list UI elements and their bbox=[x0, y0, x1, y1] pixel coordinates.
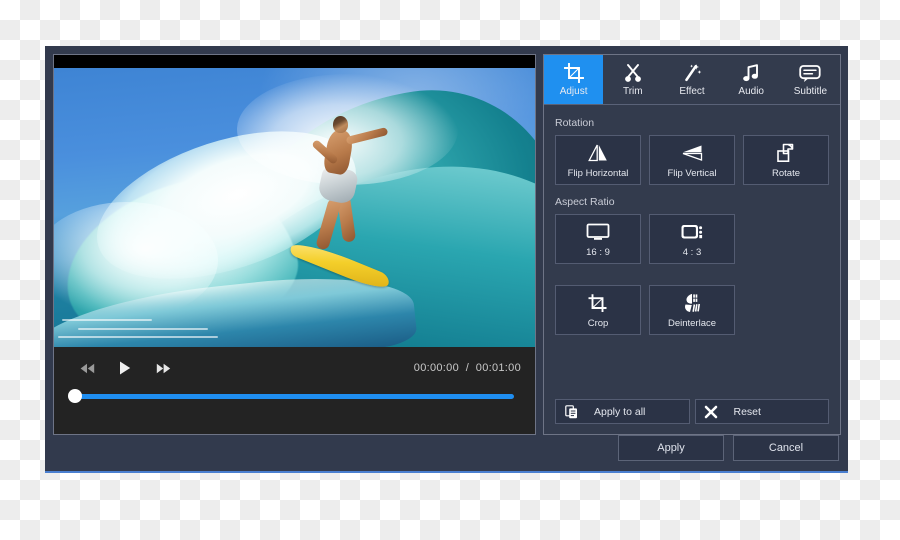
reset-label: Reset bbox=[733, 405, 761, 418]
aspect-4-3-button[interactable]: 4 : 3 bbox=[649, 214, 735, 264]
close-x-icon bbox=[704, 405, 718, 419]
aspect-ratio-button-row: 16 : 9 4: 3 bbox=[555, 214, 829, 264]
aspect-16-9-button[interactable]: 16 : 9 bbox=[555, 214, 641, 264]
seek-track[interactable] bbox=[74, 394, 514, 399]
extra-tools-button-row: Crop Deinterlace bbox=[555, 285, 829, 335]
flip-vertical-icon bbox=[680, 142, 704, 164]
scissors-icon bbox=[623, 63, 643, 83]
adjust-panel: Rotation Flip Horizontal Flip Vertical R… bbox=[544, 105, 840, 399]
apply-to-all-label: Apply to all bbox=[594, 405, 646, 418]
window-body: 00:00:00 / 00:01:00 Adjust Trim Effect A… bbox=[45, 46, 848, 435]
tab-audio[interactable]: Audio bbox=[722, 55, 781, 104]
flip-horizontal-label: Flip Horizontal bbox=[567, 167, 629, 179]
copy-icon bbox=[564, 404, 578, 419]
video-preview[interactable] bbox=[54, 55, 535, 347]
tab-trim-label: Trim bbox=[622, 85, 643, 97]
flip-horizontal-button[interactable]: Flip Horizontal bbox=[555, 135, 641, 185]
transport-controls: 00:00:00 / 00:01:00 bbox=[68, 358, 521, 378]
rotation-group-label: Rotation bbox=[555, 117, 595, 129]
crop-icon bbox=[587, 292, 609, 314]
rewind-icon bbox=[80, 363, 95, 374]
cancel-button[interactable]: Cancel bbox=[733, 435, 839, 461]
deinterlace-button[interactable]: Deinterlace bbox=[649, 285, 735, 335]
player-controls: 00:00:00 / 00:01:00 bbox=[54, 347, 535, 434]
fast-forward-icon bbox=[156, 363, 171, 374]
widescreen-monitor-icon bbox=[586, 221, 610, 243]
apply-button[interactable]: Apply bbox=[618, 435, 724, 461]
tool-panel: Adjust Trim Effect Audio Subtitle Rotati… bbox=[543, 54, 841, 435]
music-note-icon bbox=[741, 63, 761, 83]
surfer-figure bbox=[288, 114, 412, 304]
water-ripple bbox=[62, 319, 152, 321]
water-ripple bbox=[78, 328, 208, 330]
time-display: 00:00:00 / 00:01:00 bbox=[413, 362, 521, 374]
tab-adjust-label: Adjust bbox=[559, 85, 588, 97]
surfer-left-arm bbox=[345, 127, 389, 145]
video-player-panel: 00:00:00 / 00:01:00 bbox=[53, 54, 536, 435]
rotate-icon bbox=[775, 142, 797, 164]
tab-audio-label: Audio bbox=[738, 85, 764, 97]
seek-bar[interactable] bbox=[68, 389, 521, 403]
deinterlace-label: Deinterlace bbox=[667, 317, 717, 329]
aspect-ratio-group: Aspect Ratio 16 : 9 4: 3 bbox=[555, 196, 829, 264]
flip-vertical-label: Flip Vertical bbox=[667, 167, 717, 179]
deinterlace-icon bbox=[681, 292, 703, 314]
flip-horizontal-icon bbox=[587, 142, 609, 164]
surfer-head bbox=[333, 116, 348, 133]
letterbox-bar bbox=[54, 55, 535, 68]
rewind-button[interactable] bbox=[74, 358, 100, 378]
crt-television-icon bbox=[680, 221, 704, 243]
tab-bar: Adjust Trim Effect Audio Subtitle bbox=[544, 55, 840, 105]
crop-button[interactable]: Crop bbox=[555, 285, 641, 335]
tab-effect[interactable]: Effect bbox=[662, 55, 721, 104]
crop-label: Crop bbox=[587, 317, 609, 329]
tab-subtitle-label: Subtitle bbox=[793, 85, 828, 97]
seek-thumb[interactable] bbox=[68, 389, 82, 403]
reset-button[interactable]: Reset bbox=[694, 399, 829, 424]
surfer-front-leg bbox=[315, 197, 342, 251]
flip-vertical-button[interactable]: Flip Vertical bbox=[649, 135, 735, 185]
tab-effect-label: Effect bbox=[679, 85, 705, 97]
play-button[interactable] bbox=[112, 358, 138, 378]
surfboard bbox=[288, 237, 392, 293]
tab-adjust[interactable]: Adjust bbox=[544, 55, 604, 104]
fast-forward-button[interactable] bbox=[150, 358, 176, 378]
video-editor-window: 00:00:00 / 00:01:00 Adjust Trim Effect A… bbox=[45, 46, 848, 473]
footer-button-row: Apply to all Reset bbox=[555, 399, 829, 424]
aspect-4-3-label: 4 : 3 bbox=[682, 246, 702, 258]
magic-wand-icon bbox=[682, 63, 702, 83]
tab-trim[interactable]: Trim bbox=[603, 55, 662, 104]
water-ripple bbox=[58, 336, 218, 338]
rotation-button-row: Flip Horizontal Flip Vertical Rotate bbox=[555, 135, 829, 185]
speech-bubble-icon bbox=[799, 63, 822, 83]
video-frame-image bbox=[54, 68, 535, 347]
aspect-16-9-label: 16 : 9 bbox=[586, 246, 610, 258]
crop-icon bbox=[563, 62, 584, 83]
aspect-ratio-group-label: Aspect Ratio bbox=[555, 196, 615, 208]
tab-subtitle[interactable]: Subtitle bbox=[781, 55, 840, 104]
play-icon bbox=[119, 361, 131, 375]
apply-to-all-button[interactable]: Apply to all bbox=[555, 399, 690, 424]
rotate-button[interactable]: Rotate bbox=[743, 135, 829, 185]
rotate-label: Rotate bbox=[772, 167, 800, 179]
extra-tools-group: Crop Deinterlace bbox=[555, 285, 829, 335]
